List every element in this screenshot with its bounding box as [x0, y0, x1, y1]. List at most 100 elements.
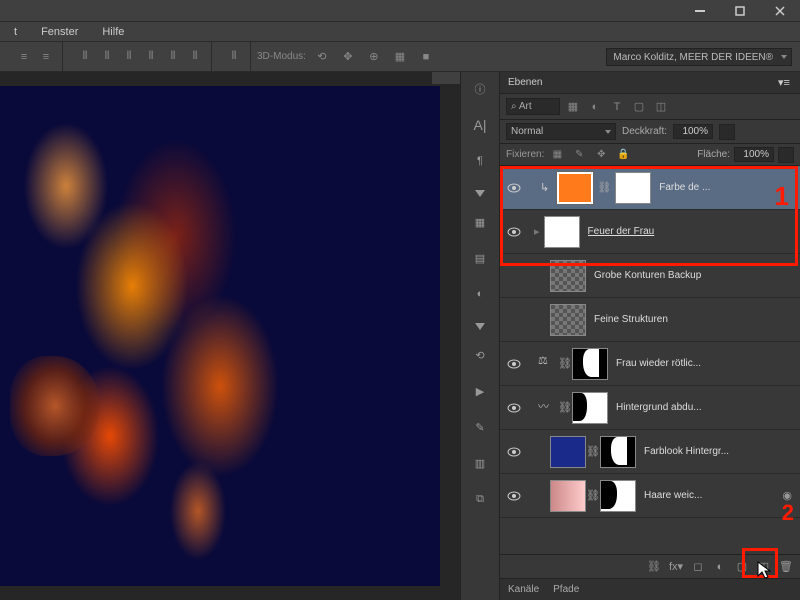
brush-icon[interactable]: ✎ — [469, 416, 491, 438]
mode3d-icon[interactable]: ⊕ — [364, 48, 384, 66]
lock-all-icon[interactable]: 🔒 — [614, 146, 632, 164]
layer-row[interactable]: Feine Strukturen — [500, 298, 800, 342]
layer-row[interactable]: ⛓ Farblook Hintergr... — [500, 430, 800, 474]
visibility-icon[interactable] — [500, 447, 528, 457]
menubar: t Fenster Hilfe — [0, 22, 800, 42]
tab-paths[interactable]: Pfade — [553, 584, 579, 595]
opacity-slider-btn[interactable] — [719, 124, 735, 140]
link-layers-icon[interactable]: ⛓ — [644, 558, 664, 576]
actions-icon[interactable]: ▶ — [469, 380, 491, 402]
swatches-icon[interactable]: ▦ — [469, 211, 491, 233]
layer-row[interactable]: ⛓ Haare weic... ◉ — [500, 474, 800, 518]
mode3d-icon[interactable]: ■ — [416, 48, 436, 66]
maximize-button[interactable] — [720, 0, 760, 22]
layer-name[interactable]: Haare weic... — [644, 490, 782, 501]
layer-name[interactable]: Feine Strukturen — [594, 314, 794, 325]
layer-row[interactable]: ⚖ ⛓ Frau wieder rötlic... — [500, 342, 800, 386]
tab-channels[interactable]: Kanäle — [508, 584, 539, 595]
layer-row[interactable]: 〰 ⛓ Hintergrund abdu... — [500, 386, 800, 430]
fx-icon[interactable]: fx▾ — [666, 558, 686, 576]
close-button[interactable] — [760, 0, 800, 22]
canvas-area[interactable] — [0, 72, 460, 600]
layer-list: 1 ↳ ⛓ Farbe de ... ▸ Feuer der Frau — [500, 166, 800, 554]
balance-icon: ⚖ — [538, 354, 558, 374]
filter-smart-icon[interactable]: ◫ — [652, 98, 670, 116]
layer-name[interactable]: Frau wieder rötlic... — [616, 358, 794, 369]
dist-icon[interactable]: ⦀ — [141, 48, 161, 66]
lock-trans-icon[interactable]: ▦ — [548, 146, 566, 164]
lock-label: Fixieren: — [506, 149, 544, 160]
dist-icon[interactable]: ⦀ — [163, 48, 183, 66]
mask-icon[interactable]: ◻ — [688, 558, 708, 576]
layer-name[interactable]: Farbe de ... — [659, 182, 794, 193]
trash-icon[interactable]: 🗑 — [776, 558, 796, 576]
blend-mode-dropdown[interactable]: Normal — [506, 123, 616, 140]
fill-label: Fläche: — [697, 149, 730, 160]
link-icon[interactable]: ⛓ — [597, 181, 607, 195]
history-icon[interactable]: ⟲ — [469, 344, 491, 366]
workspace-dropdown[interactable]: Marco Kolditz, MEER DER IDEEN® — [606, 48, 792, 66]
minimize-button[interactable] — [680, 0, 720, 22]
dist-icon[interactable]: ⦀ — [119, 48, 139, 66]
arrange-icon[interactable]: ⦀ — [224, 48, 244, 66]
paragraph-icon[interactable]: ¶ — [469, 150, 491, 172]
folder-icon[interactable]: ▸ — [534, 225, 540, 238]
link-icon[interactable]: ⛓ — [558, 357, 568, 371]
fill-slider-btn[interactable] — [778, 147, 794, 163]
info-icon[interactable]: ⓘ — [469, 78, 491, 100]
adjust-icon[interactable]: ◐ — [469, 283, 491, 305]
filter-adjust-icon[interactable]: ◐ — [586, 98, 604, 116]
cursor-icon — [756, 560, 772, 580]
mode3d-label: 3D-Modus: — [257, 51, 306, 62]
layer-name[interactable]: Feuer der Frau — [588, 226, 794, 237]
clone-icon[interactable]: ⧉ — [469, 488, 491, 510]
menu-window[interactable]: Fenster — [31, 24, 88, 40]
link-icon[interactable]: ⛓ — [558, 401, 568, 415]
visibility-icon[interactable] — [500, 403, 528, 413]
visibility-icon[interactable] — [500, 227, 528, 237]
filter-shape-icon[interactable]: ▢ — [630, 98, 648, 116]
menu-cut[interactable]: t — [4, 24, 27, 40]
bottom-tabs: Kanäle Pfade — [500, 578, 800, 600]
styles-icon[interactable]: ▤ — [469, 247, 491, 269]
align-icon[interactable]: ≡ — [36, 48, 56, 66]
annotation-label-2: 2 — [782, 500, 794, 526]
dist-icon[interactable]: ⦀ — [97, 48, 117, 66]
layer-filter-dropdown[interactable]: ⌕ Art — [506, 98, 560, 115]
panel-menu-icon[interactable]: ▾≡ — [778, 76, 792, 89]
visibility-icon[interactable] — [500, 359, 528, 369]
canvas[interactable] — [0, 86, 440, 586]
lock-paint-icon[interactable]: ✎ — [570, 146, 588, 164]
clip-arrow-icon: ↳ — [540, 181, 549, 194]
layer-row[interactable]: ▸ Feuer der Frau — [500, 210, 800, 254]
opacity-label: Deckkraft: — [622, 126, 667, 137]
group-icon[interactable]: ▢ — [732, 558, 752, 576]
lock-move-icon[interactable]: ✥ — [592, 146, 610, 164]
dist-icon[interactable]: ⦀ — [185, 48, 205, 66]
visibility-icon[interactable] — [500, 491, 528, 501]
opacity-value[interactable]: 100% — [673, 124, 713, 139]
comp-icon[interactable]: ▥ — [469, 452, 491, 474]
filter-pixel-icon[interactable]: ▦ — [564, 98, 582, 116]
link-icon[interactable]: ⛓ — [586, 489, 596, 503]
mode3d-icon[interactable]: ⟲ — [312, 48, 332, 66]
dist-icon[interactable]: ⦀ — [75, 48, 95, 66]
layer-name[interactable]: Farblook Hintergr... — [644, 446, 794, 457]
visibility-icon[interactable] — [500, 183, 528, 193]
layer-name[interactable]: Grobe Konturen Backup — [594, 270, 794, 281]
adjustment-icon[interactable]: ◐ — [710, 558, 730, 576]
mode3d-icon[interactable]: ▦ — [390, 48, 410, 66]
curves-icon: 〰 — [538, 398, 558, 418]
char-icon[interactable]: A| — [469, 114, 491, 136]
options-bar: ≡ ≡ ⦀ ⦀ ⦀ ⦀ ⦀ ⦀ ⦀ 3D-Modus: ⟲ ✥ ⊕ ▦ ■ Ma… — [0, 42, 800, 72]
link-icon[interactable]: ⛓ — [586, 445, 596, 459]
layer-name[interactable]: Hintergrund abdu... — [616, 402, 794, 413]
filter-type-icon[interactable]: T — [608, 98, 626, 116]
menu-help[interactable]: Hilfe — [92, 24, 134, 40]
mode3d-icon[interactable]: ✥ — [338, 48, 358, 66]
layers-panel-header: Ebenen ▾≡ — [500, 72, 800, 94]
fill-value[interactable]: 100% — [734, 147, 774, 162]
layer-row[interactable]: ↳ ⛓ Farbe de ... — [500, 166, 800, 210]
align-icon[interactable]: ≡ — [14, 48, 34, 66]
layer-row[interactable]: Grobe Konturen Backup — [500, 254, 800, 298]
